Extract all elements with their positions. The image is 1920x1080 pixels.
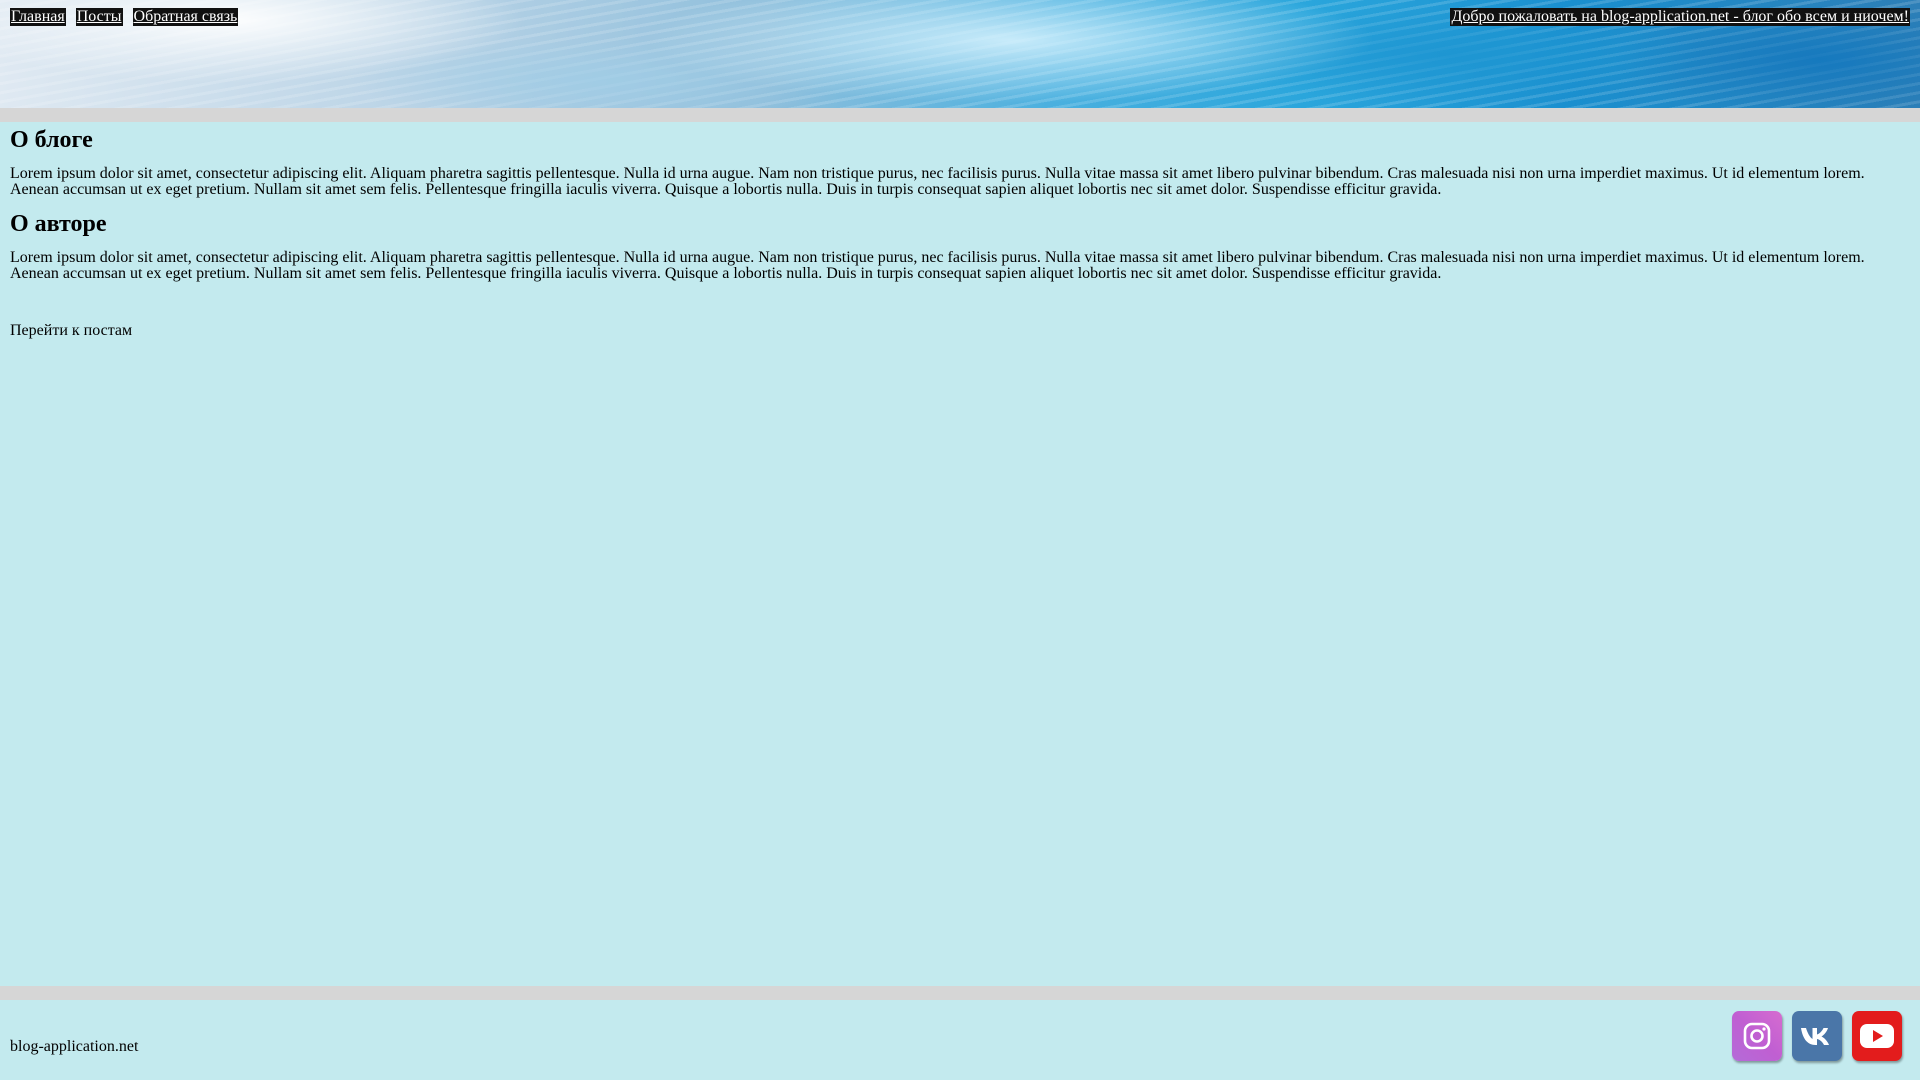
- nav-posts-link[interactable]: Посты: [75, 8, 123, 26]
- about-blog-section: О блоге Lorem ipsum dolor sit amet, cons…: [10, 126, 1910, 198]
- about-blog-title: О блоге: [10, 127, 93, 153]
- nav-feedback-link[interactable]: Обратная связь: [132, 8, 239, 26]
- footer-divider: [0, 986, 1920, 1000]
- header-divider: [0, 108, 1920, 122]
- main-content: О блоге Lorem ipsum dolor sit amet, cons…: [10, 126, 1910, 340]
- header-banner: Главная Посты Обратная связь Добро пожал…: [0, 0, 1920, 108]
- about-blog-text: Lorem ipsum dolor sit amet, consectetur …: [10, 165, 1865, 198]
- instagram-button[interactable]: [1732, 1011, 1782, 1061]
- main-nav: Главная Посты Обратная связь: [10, 8, 239, 26]
- vk-button[interactable]: [1792, 1011, 1842, 1061]
- about-author-text: Lorem ipsum dolor sit amet, consectetur …: [10, 249, 1865, 282]
- about-author-section: О авторе Lorem ipsum dolor sit amet, con…: [10, 210, 1910, 282]
- youtube-button[interactable]: [1852, 1011, 1902, 1061]
- footer-site-name: blog-application.net: [10, 1038, 139, 1055]
- instagram-icon: [1743, 1022, 1771, 1050]
- nav-home-link[interactable]: Главная: [10, 8, 66, 26]
- social-links: [1732, 1011, 1902, 1061]
- welcome-link[interactable]: Добро пожаловать на blog-application.net…: [1450, 8, 1910, 26]
- about-author-title: О авторе: [10, 211, 107, 237]
- vk-icon: [1801, 1028, 1829, 1045]
- go-to-posts-link[interactable]: Перейти к постам: [10, 322, 132, 340]
- youtube-icon: [1860, 1024, 1894, 1048]
